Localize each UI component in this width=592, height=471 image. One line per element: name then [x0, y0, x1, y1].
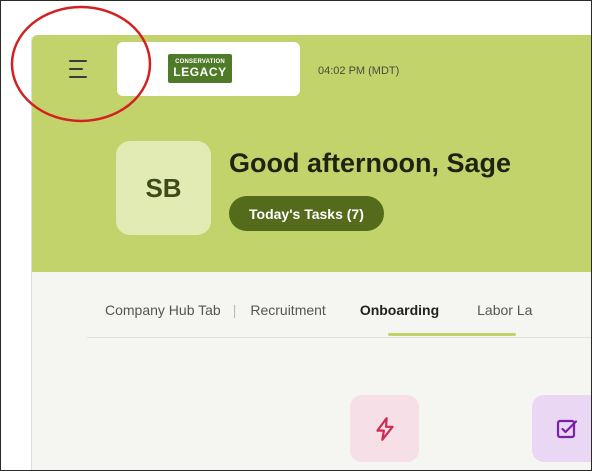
tab-company-hub[interactable]: Company Hub Tab: [105, 302, 221, 318]
greeting-title: Good afternoon, Sage: [229, 148, 512, 178]
tab-divider: [87, 337, 591, 338]
header-banner: CONSERVATION LEGACY 04:02 PM (MDT) SB Go…: [32, 35, 591, 272]
tab-bar: Company Hub Tab | Recruitment Onboarding…: [105, 298, 532, 322]
tab-labor[interactable]: Labor La: [477, 302, 532, 318]
tab-onboarding[interactable]: Onboarding: [360, 302, 439, 318]
onboarding-card-edit[interactable]: [532, 395, 591, 462]
tab-recruitment[interactable]: Recruitment: [250, 302, 325, 318]
menu-button[interactable]: [65, 55, 91, 83]
screenshot-frame: CONSERVATION LEGACY 04:02 PM (MDT) SB Go…: [0, 0, 592, 471]
hamburger-menu-icon-bar: [69, 76, 87, 78]
lightning-bolt-icon: [375, 416, 394, 441]
avatar[interactable]: SB: [116, 141, 211, 235]
hamburger-menu-icon-bar: [69, 68, 83, 70]
tab-separator: |: [232, 302, 237, 318]
logo-card[interactable]: CONSERVATION LEGACY: [117, 42, 300, 96]
active-tab-indicator: [388, 333, 516, 336]
onboarding-card-bolt[interactable]: [350, 395, 419, 462]
company-logo: CONSERVATION LEGACY: [168, 54, 232, 83]
logo-line-2: LEGACY: [173, 64, 227, 79]
todays-tasks-button[interactable]: Today's Tasks (7): [229, 196, 384, 231]
edit-checkbox-icon: [556, 419, 577, 438]
app-window: CONSERVATION LEGACY 04:02 PM (MDT) SB Go…: [32, 35, 591, 470]
hamburger-menu-icon: [69, 60, 87, 62]
current-time: 04:02 PM (MDT): [318, 65, 400, 77]
